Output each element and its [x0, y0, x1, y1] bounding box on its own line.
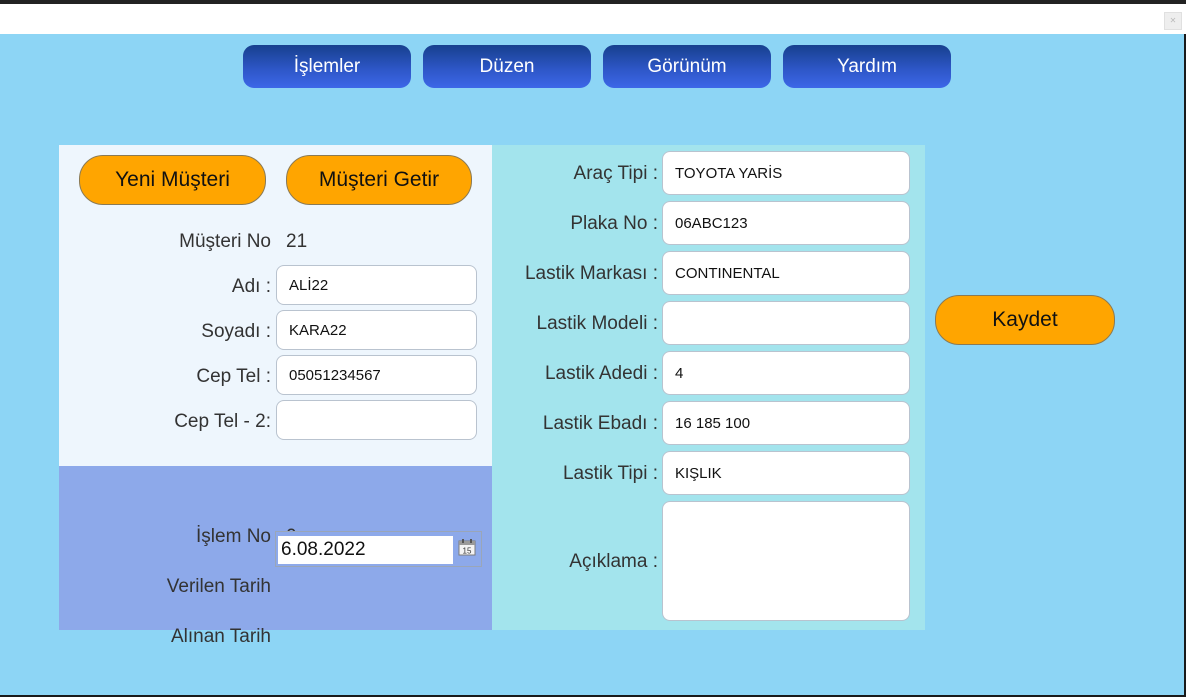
given-date-input[interactable]: 6.08.2022	[278, 536, 453, 564]
tire-model-label: Lastik Modeli :	[536, 313, 658, 334]
vehicle-type-label: Araç Tipi :	[573, 163, 658, 184]
tire-type-input[interactable]: KIŞLIK	[662, 451, 910, 495]
menu-islemler-button[interactable]: İşlemler	[243, 45, 411, 88]
main-window: İşlemler Düzen Görünüm Yardım Yeni Müşte…	[0, 34, 1186, 697]
customer-no-value: 21	[286, 231, 308, 252]
phone2-input[interactable]	[276, 400, 477, 440]
phone-input[interactable]: 05051234567	[276, 355, 477, 395]
tire-size-label: Lastik Ebadı :	[542, 413, 658, 434]
save-button[interactable]: Kaydet	[935, 295, 1115, 345]
received-date-label: Alınan Tarih	[171, 626, 271, 647]
phone2-label: Cep Tel - 2:	[174, 411, 271, 432]
plate-input[interactable]: 06ABC123	[662, 201, 910, 245]
customer-panel: Yeni Müşteri Müşteri Getir Müşteri No 21…	[59, 145, 492, 466]
calendar-icon[interactable]: 15	[458, 538, 476, 556]
calendar-day-text: 15	[463, 547, 472, 556]
transaction-no-label: İşlem No	[196, 526, 271, 547]
tire-type-label: Lastik Tipi :	[562, 463, 658, 484]
customer-no-label: Müşteri No	[179, 231, 271, 252]
menu-gorunum-button[interactable]: Görünüm	[603, 45, 771, 88]
tire-brand-input[interactable]: CONTINENTAL	[662, 251, 910, 295]
tire-size-input[interactable]: 16 185 100	[662, 401, 910, 445]
given-date-picker[interactable]: 6.08.2022 15	[275, 531, 482, 567]
vehicle-panel: Araç Tipi : TOYOTA YARİS Plaka No : 06AB…	[492, 145, 925, 630]
note-label: Açıklama :	[569, 551, 658, 572]
title-bar: ✕	[0, 4, 1186, 34]
menu-yardim-button[interactable]: Yardım	[783, 45, 951, 88]
tire-model-input[interactable]	[662, 301, 910, 345]
name-label: Adı :	[231, 276, 271, 297]
tire-count-input[interactable]: 4	[662, 351, 910, 395]
fetch-customer-button[interactable]: Müşteri Getir	[286, 155, 472, 205]
transaction-panel: İşlem No 0 Verilen Tarih 6.08.2022 15 Al…	[59, 466, 492, 647]
menu-duzen-button[interactable]: Düzen	[423, 45, 591, 88]
given-date-label: Verilen Tarih	[166, 576, 271, 597]
surname-label: Soyadı :	[201, 321, 271, 342]
name-input[interactable]: ALİ22	[276, 265, 477, 305]
phone-label: Cep Tel :	[196, 366, 271, 387]
note-textarea[interactable]	[662, 501, 910, 621]
tire-count-label: Lastik Adedi :	[544, 363, 658, 384]
vehicle-type-input[interactable]: TOYOTA YARİS	[662, 151, 910, 195]
close-icon[interactable]: ✕	[1164, 12, 1182, 30]
surname-input[interactable]: KARA22	[276, 310, 477, 350]
tire-brand-label: Lastik Markası :	[524, 263, 658, 284]
plate-label: Plaka No :	[570, 213, 658, 234]
new-customer-button[interactable]: Yeni Müşteri	[79, 155, 266, 205]
